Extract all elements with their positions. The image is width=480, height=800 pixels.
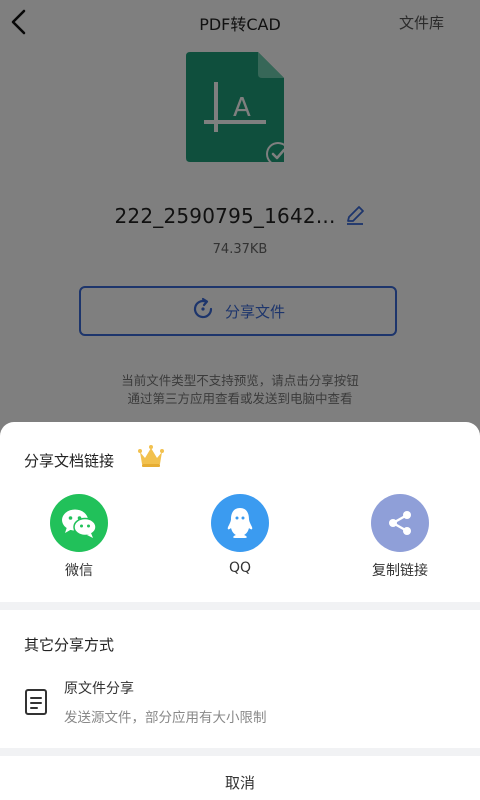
copy-link-option[interactable]: 复制链接 (345, 494, 455, 580)
section-divider (0, 602, 480, 610)
qq-icon (211, 494, 269, 552)
document-icon (24, 688, 48, 716)
share-option-label: 微信 (65, 563, 93, 579)
other-share-section-title: 其它分享方式 (24, 636, 115, 654)
original-share-desc: 发送源文件，部分应用有大小限制 (64, 710, 267, 726)
wechat-icon (50, 494, 108, 552)
share-link-icon (371, 494, 429, 552)
share-bottom-sheet: 分享文档链接 微信 QQ 复制链接 其它分享方式 原文件分享 发送源文件，部分应… (0, 422, 480, 800)
section-divider (0, 748, 480, 756)
original-share-title: 原文件分享 (64, 681, 134, 697)
crown-vip-icon (137, 444, 165, 468)
share-options: 微信 QQ 复制链接 (0, 494, 480, 604)
share-option-label: 复制链接 (372, 563, 428, 579)
share-option-label: QQ (228, 560, 252, 576)
share-wechat-option[interactable]: 微信 (24, 494, 134, 580)
original-file-share-option[interactable]: 原文件分享 发送源文件，部分应用有大小限制 (0, 672, 480, 732)
share-link-section-title: 分享文档链接 (24, 452, 115, 470)
share-qq-option[interactable]: QQ (185, 494, 295, 576)
cancel-button[interactable]: 取消 (0, 772, 480, 793)
